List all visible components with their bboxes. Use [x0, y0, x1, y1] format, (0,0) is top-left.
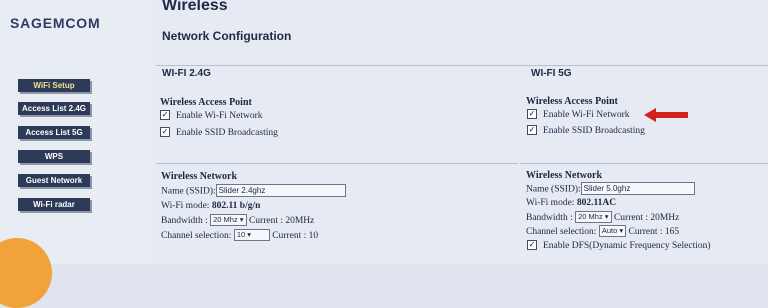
band-24g-mode-row: Wi-Fi mode: 802.11 b/g/n — [161, 201, 260, 211]
band-5g-bandwidth-select[interactable]: 20 Mhz ▾ — [575, 211, 612, 223]
sidebar-item-access-list-24g[interactable]: Access List 2.4G — [18, 102, 90, 115]
band-5g-current-bandwidth: 20MHz — [650, 213, 680, 224]
channel-label: Channel selection: — [161, 231, 232, 242]
mode-label: Wi-Fi mode: — [526, 198, 575, 208]
sidebar-item-wps[interactable]: WPS — [18, 150, 90, 163]
band-5g-title: WI-FI 5G — [531, 68, 572, 79]
band-24g-enable-ssid-label: Enable SSID Broadcasting — [176, 128, 278, 139]
band-24g-current-bandwidth: 20MHz — [285, 216, 315, 227]
checkmark-icon[interactable]: ✓ — [160, 127, 170, 137]
bandwidth-label: Bandwidth : — [526, 213, 573, 224]
band-5g-current-channel: 165 — [664, 227, 680, 238]
ssid-label: Name (SSID): — [161, 186, 216, 197]
band-5g-mode-row: Wi-Fi mode: 802.11AC — [526, 198, 616, 208]
band-5g-mode-value: 802.11AC — [576, 198, 617, 208]
band-24g-enable-ssid[interactable]: ✓ Enable SSID Broadcasting — [160, 127, 278, 139]
band-5g-channel-select[interactable]: Auto ▾ — [598, 225, 627, 237]
triangle-down-icon: ▾ — [247, 230, 252, 239]
channel-select-value: Auto — [601, 226, 618, 235]
band-5g-dfs-label: Enable DFS(Dynamic Frequency Selection) — [543, 241, 711, 252]
ssid-label: Name (SSID): — [526, 184, 581, 195]
band-5g-bandwidth-row: Bandwidth : 20 Mhz ▾ Current : 20MHz — [526, 211, 680, 224]
decorative-orb — [0, 238, 52, 308]
current-label: Current : — [248, 216, 283, 227]
band-5g-enable-dfs[interactable]: ✓ Enable DFS(Dynamic Frequency Selection) — [527, 240, 711, 252]
page-title: Wireless — [162, 0, 228, 14]
band-5g-enable-ssid[interactable]: ✓ Enable SSID Broadcasting — [527, 125, 645, 137]
checkmark-icon[interactable]: ✓ — [160, 110, 170, 120]
band-24g-bandwidth-select[interactable]: 20 Mhz ▾ — [210, 214, 247, 226]
bandwidth-select-value: 20 Mhz — [213, 215, 238, 224]
band-24g-channel-select[interactable]: 10 ▾ — [233, 229, 270, 241]
band-24g-ssid-row: Name (SSID): Slider 2.4ghz — [161, 184, 346, 198]
band-24g-channel-row: Channel selection: 10 ▾ Current : 10 — [161, 229, 319, 242]
band-5g-enable-wifi-label: Enable Wi-Fi Network — [543, 110, 630, 121]
band-5g-enable-wifi[interactable]: ✓ Enable Wi-Fi Network — [527, 109, 630, 121]
triangle-down-icon: ▾ — [619, 226, 624, 235]
band-24g-title: WI-FI 2.4G — [162, 68, 211, 79]
current-label: Current : — [613, 213, 648, 224]
current-label: Current : — [272, 231, 307, 242]
band-24g-enable-wifi[interactable]: ✓ Enable Wi-Fi Network — [160, 110, 263, 122]
band-24g-mode-value: 802.11 b/g/n — [211, 201, 261, 211]
band-24g-bandwidth-row: Bandwidth : 20 Mhz ▾ Current : 20MHz — [161, 214, 315, 227]
sidebar-item-guest-network[interactable]: Guest Network — [18, 174, 90, 187]
band-5g-net-heading: Wireless Network — [526, 170, 603, 181]
checkmark-icon[interactable]: ✓ — [527, 125, 537, 135]
band-5g-ssid-input[interactable]: Slider 5.0ghz — [580, 182, 695, 195]
band-5g-divider — [520, 163, 768, 164]
band-24g-net-heading: Wireless Network — [161, 171, 238, 182]
header-divider — [156, 65, 768, 66]
band-24g-ap-heading: Wireless Access Point — [160, 97, 252, 108]
band-24g-enable-wifi-label: Enable Wi-Fi Network — [176, 111, 263, 122]
red-arrow-icon — [644, 108, 688, 122]
band-24g-current-channel: 10 — [308, 231, 319, 242]
band-5g-ap-heading: Wireless Access Point — [526, 96, 618, 107]
band-5g-ssid-row: Name (SSID): Slider 5.0ghz — [526, 182, 695, 196]
band-5g-enable-ssid-label: Enable SSID Broadcasting — [543, 126, 645, 137]
sidebar-item-wifi-radar[interactable]: Wi-Fi radar — [18, 198, 90, 211]
current-label: Current : — [628, 227, 663, 238]
checkmark-icon[interactable]: ✓ — [527, 109, 537, 119]
checkmark-icon[interactable]: ✓ — [527, 240, 537, 250]
sidebar-item-access-list-5g[interactable]: Access List 5G — [18, 126, 90, 139]
band-5g-channel-row: Channel selection: Auto ▾ Current : 165 — [526, 225, 680, 238]
sidebar: SAGEMCOM WiFi Setup Access List 2.4G Acc… — [0, 0, 150, 308]
triangle-down-icon: ▾ — [239, 215, 244, 224]
band-24g-ssid-input[interactable]: Slider 2.4ghz — [215, 184, 346, 197]
brand-logo: SAGEMCOM — [10, 15, 101, 31]
mode-label: Wi-Fi mode: — [161, 201, 210, 211]
sidebar-item-wifi-setup[interactable]: WiFi Setup — [18, 79, 90, 92]
bandwidth-label: Bandwidth : — [161, 216, 208, 227]
triangle-down-icon: ▾ — [604, 212, 609, 221]
channel-select-value: 10 — [236, 230, 246, 239]
bandwidth-select-value: 20 Mhz — [578, 212, 603, 221]
section-title: Network Configuration — [162, 29, 292, 43]
band-24g-divider — [156, 163, 518, 164]
channel-label: Channel selection: — [526, 227, 597, 238]
